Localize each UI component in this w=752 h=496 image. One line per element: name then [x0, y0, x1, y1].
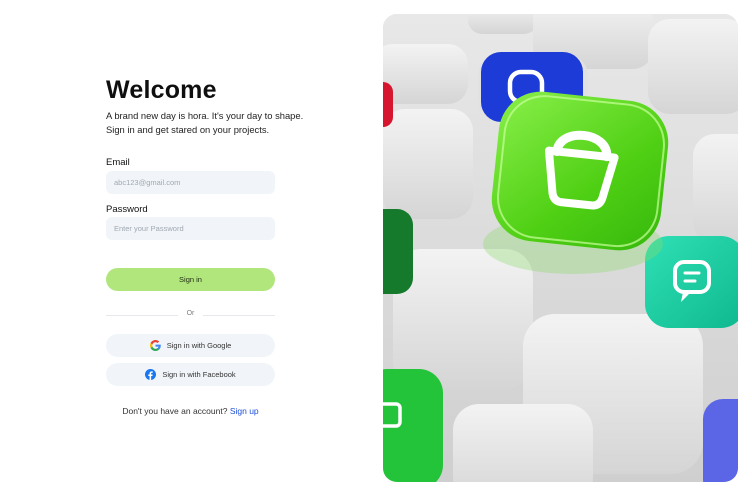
sign-up-link[interactable]: Sign up [230, 406, 259, 416]
google-logo-icon [149, 340, 161, 351]
sign-in-button[interactable]: Sign in [106, 268, 275, 291]
google-button-label: Sign in with Google [166, 341, 232, 350]
shopping-basket-tile [491, 91, 669, 251]
password-field[interactable] [106, 217, 275, 240]
divider-line-right [203, 315, 275, 316]
email-label: Email [106, 157, 130, 168]
facebook-sign-in-button[interactable]: Sign in with Facebook [106, 363, 275, 386]
email-field[interactable] [106, 171, 275, 194]
google-sign-in-button[interactable]: Sign in with Google [106, 334, 275, 357]
signup-prompt: Don't you have an account? Sign up [106, 406, 275, 416]
signup-prompt-text: Don't you have an account? [122, 406, 228, 416]
dark-green-tile [383, 209, 413, 294]
hero-illustration [383, 14, 738, 482]
app-tiles-artwork [383, 14, 738, 482]
subtitle: A brand new day is hora. It's your day t… [106, 110, 304, 135]
or-divider: Or [106, 310, 275, 320]
page-title: Welcome [106, 76, 217, 104]
red-tile [383, 82, 393, 127]
password-label: Password [106, 204, 148, 215]
facebook-button-label: Sign in with Facebook [162, 370, 236, 379]
facebook-logo-icon [145, 369, 157, 380]
green-app-tile [383, 369, 443, 482]
